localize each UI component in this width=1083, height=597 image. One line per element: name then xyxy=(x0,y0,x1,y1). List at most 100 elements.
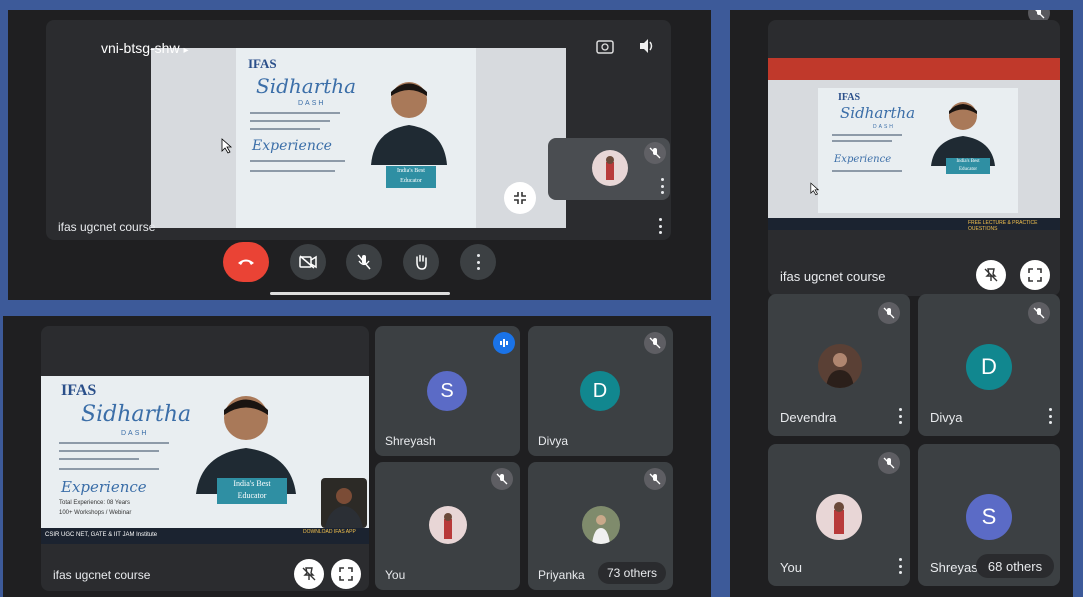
self-view-tile[interactable] xyxy=(548,138,670,200)
slide-text-line xyxy=(59,458,139,460)
participant-name: Shreyash xyxy=(385,434,436,448)
slide-footer-bar: FREE LECTURE & PRACTICE QUESTIONS xyxy=(768,218,1060,230)
fullscreen-button[interactable] xyxy=(331,559,361,589)
participant-name: Divya xyxy=(930,410,963,425)
unpin-button[interactable] xyxy=(294,559,324,589)
end-call-button[interactable] xyxy=(223,242,269,282)
others-count-chip[interactable]: 68 others xyxy=(976,554,1054,578)
slide-text-line xyxy=(832,170,902,172)
slide-presenter-name: Sidhartha xyxy=(81,402,192,427)
slide-footer-bar: CSIR UGC NET, GATE & IIT JAM Institute D… xyxy=(41,528,369,544)
slide-presenter-surname: DASH xyxy=(121,430,149,437)
presentation-tile[interactable]: IFAS Sidhartha DASH Experience India's B… xyxy=(46,20,671,240)
slide-text-line xyxy=(59,442,169,444)
avatar xyxy=(816,494,862,540)
slide-text-line xyxy=(250,170,335,172)
presentation-tile[interactable]: IFAS Sidhartha DASH Experience Total Exp… xyxy=(41,326,369,591)
presenter-label: ifas ugcnet course xyxy=(780,269,886,284)
minimize-button[interactable] xyxy=(504,182,536,214)
meet-window-bottom-left: IFAS Sidhartha DASH Experience Total Exp… xyxy=(3,316,711,597)
presentation-tile[interactable]: IFAS Sidhartha DASH Experience India's B… xyxy=(768,20,1060,296)
slide-content: IFAS Sidhartha DASH Experience India's B… xyxy=(236,48,476,228)
more-options-icon[interactable] xyxy=(898,408,902,424)
more-options-button[interactable] xyxy=(460,244,496,280)
fullscreen-button[interactable] xyxy=(1020,260,1050,290)
participant-tile[interactable]: S Shreyas 68 others xyxy=(918,444,1060,586)
meeting-code-text: vni-btsg-shw xyxy=(101,40,180,56)
slide-window-titlebar xyxy=(768,58,1060,80)
slide-logo: IFAS xyxy=(61,382,97,399)
slide-text-line xyxy=(59,450,159,452)
meet-window-right: IFAS Sidhartha DASH Experience India's B… xyxy=(730,10,1073,597)
others-count-chip[interactable]: 73 others xyxy=(598,562,666,584)
slide-presenter-surname: DASH xyxy=(873,124,895,130)
more-options-icon[interactable] xyxy=(898,558,902,574)
slide-badge-line1: India's Best xyxy=(956,159,980,164)
mic-off-icon xyxy=(357,254,371,270)
more-options-icon[interactable] xyxy=(1048,408,1052,424)
mic-off-icon xyxy=(878,302,900,324)
avatar xyxy=(818,344,862,388)
presenter-label: ifas ugcnet course xyxy=(53,568,151,582)
participant-tile[interactable]: Priyanka 73 others xyxy=(528,462,673,590)
more-vert-icon xyxy=(476,254,480,270)
slide-footer-right: FREE LECTURE & PRACTICE QUESTIONS xyxy=(968,220,1038,230)
slide-presenter-name: Sidhartha xyxy=(840,104,916,122)
raise-hand-button[interactable] xyxy=(403,244,439,280)
switch-camera-icon[interactable] xyxy=(596,38,614,59)
participant-tile[interactable]: You xyxy=(375,462,520,590)
slide-experience-item-2: 100+ Workshops / Webinar xyxy=(59,510,132,516)
slide-experience-heading: Experience xyxy=(252,138,332,154)
slide-experience-heading: Experience xyxy=(834,154,892,165)
slide-logo: IFAS xyxy=(248,56,277,71)
meet-window-top-left: IFAS Sidhartha DASH Experience India's B… xyxy=(8,10,711,300)
participant-name: You xyxy=(780,560,802,575)
avatar: D xyxy=(966,344,1012,390)
slide-presenter-surname: DASH xyxy=(298,100,326,107)
fullscreen-icon xyxy=(1028,268,1042,282)
participant-tile[interactable]: S Shreyash xyxy=(375,326,520,456)
unpin-button[interactable] xyxy=(976,260,1006,290)
participant-name: Devendra xyxy=(780,410,837,425)
slide-badge: India's Best Educator xyxy=(386,166,436,188)
home-indicator xyxy=(270,292,450,295)
slide-text-line xyxy=(250,112,340,114)
speaking-indicator-icon xyxy=(493,332,515,354)
participant-name: Shreyas xyxy=(930,560,978,575)
slide-logo: IFAS xyxy=(838,92,861,103)
presentation-slide: IFAS Sidhartha DASH Experience India's B… xyxy=(768,58,1060,230)
mouse-cursor-icon xyxy=(221,138,233,154)
meeting-code[interactable]: vni-btsg-shw ▸ xyxy=(101,40,189,56)
mic-off-icon xyxy=(1028,302,1050,324)
mic-off-icon xyxy=(491,468,513,490)
mic-off-icon xyxy=(644,468,666,490)
pin-off-icon xyxy=(302,567,316,581)
slide-badge: India's Best Educator xyxy=(217,478,287,504)
slide-experience-heading: Experience xyxy=(61,478,147,496)
mic-off-icon xyxy=(878,452,900,474)
participant-tile[interactable]: Devendra xyxy=(768,294,910,436)
avatar xyxy=(429,506,467,544)
slide-text-line xyxy=(250,120,330,122)
slide-text-line xyxy=(832,140,892,142)
mic-off-icon xyxy=(644,142,666,164)
participant-tile[interactable]: D Divya xyxy=(528,326,673,456)
presenter-camera-pip xyxy=(321,478,367,528)
speaker-icon[interactable] xyxy=(638,38,656,59)
mic-off-button[interactable] xyxy=(346,244,382,280)
avatar: D xyxy=(580,371,620,411)
slide-presenter-name: Sidhartha xyxy=(256,74,357,98)
slide-footer-right: DOWNLOAD IFAS APP xyxy=(303,529,356,535)
participant-name: Priyanka xyxy=(538,568,585,582)
participant-tile[interactable]: D Divya xyxy=(918,294,1060,436)
camera-off-icon xyxy=(299,255,317,269)
participant-name: Divya xyxy=(538,434,569,448)
presenter-figure xyxy=(366,70,452,165)
camera-off-button[interactable] xyxy=(290,244,326,280)
more-options-icon[interactable] xyxy=(658,218,662,234)
fullscreen-icon xyxy=(339,567,353,581)
more-options-icon[interactable] xyxy=(660,178,664,194)
participant-tile[interactable]: You xyxy=(768,444,910,586)
slide-text-line xyxy=(832,134,902,136)
participant-name: You xyxy=(385,568,406,582)
